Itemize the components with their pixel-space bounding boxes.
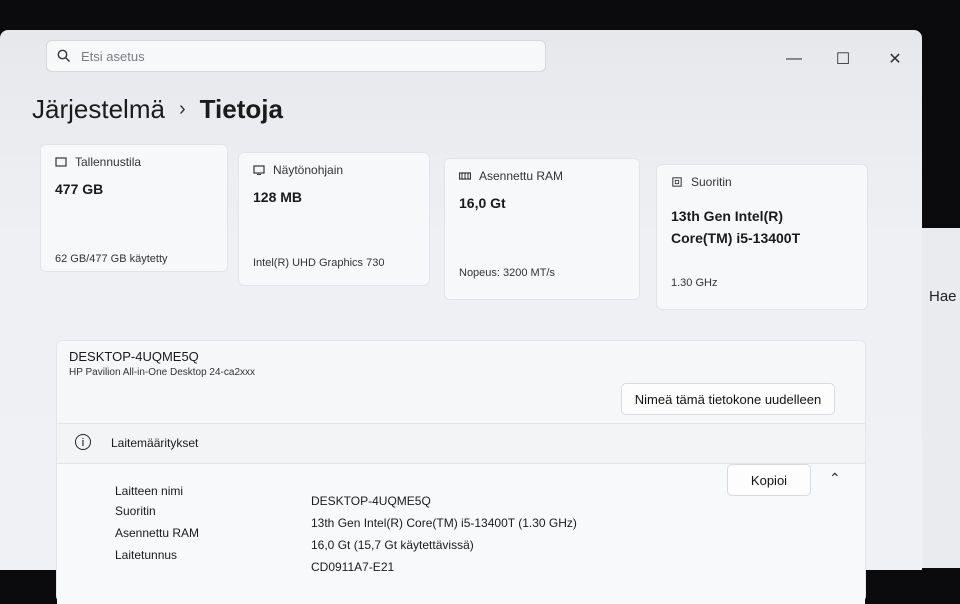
spec-label: Laitteen nimi <box>115 484 184 498</box>
card-gpu[interactable]: Näytönohjain 128 MB Intel(R) UHD Graphic… <box>238 152 430 286</box>
search-icon <box>57 49 70 62</box>
device-specs-title: Laitemääritykset <box>111 436 199 450</box>
card-label: Asennettu RAM <box>479 169 564 183</box>
spec-label: Asennettu RAM <box>115 526 200 540</box>
chevron-right-icon: › <box>178 98 186 120</box>
spec-value: CD0911A7-E21 <box>311 560 395 574</box>
spec-value: 16,0 Gt (15,7 Gt käytettävissä) <box>311 538 474 552</box>
device-specs-header[interactable]: i Laitemääritykset <box>57 423 865 464</box>
card-value: 128 MB <box>253 189 303 205</box>
storage-icon <box>55 157 67 167</box>
minimize-button[interactable]: — <box>782 50 806 68</box>
spec-label: Laitetunnus <box>115 548 178 562</box>
spec-label: Suoritin <box>115 504 156 518</box>
device-panel: DESKTOP-4UQME5Q HP Pavilion All-in-One D… <box>56 340 866 604</box>
copy-button[interactable]: Kopioi <box>727 464 811 496</box>
card-sub: 62 GB/477 GB käytetty <box>55 253 168 265</box>
ram-icon <box>459 172 471 180</box>
info-icon: i <box>75 434 91 450</box>
breadcrumb-parent[interactable]: Järjestelmä <box>32 94 165 125</box>
chevron-up-icon[interactable]: ⌃ <box>829 470 841 487</box>
search-box[interactable]: Etsi asetus <box>46 40 546 72</box>
card-cpu[interactable]: Suoritin 13th Gen Intel(R) Core(TM) i5-1… <box>656 164 868 310</box>
spec-value: DESKTOP-4UQME5Q <box>311 494 431 508</box>
rename-pc-button[interactable]: Nimeä tämä tietokone uudelleen <box>621 383 835 415</box>
device-model: HP Pavilion All-in-One Desktop 24-ca2xxx <box>69 367 256 378</box>
card-label: Näytönohjain <box>273 163 344 177</box>
gpu-icon <box>253 165 265 175</box>
card-label: Suoritin <box>691 175 732 189</box>
card-value: 13th Gen Intel(R) Core(TM) i5-13400T <box>671 208 801 246</box>
spec-value: 13th Gen Intel(R) Core(TM) i5-13400T (1.… <box>311 516 577 530</box>
maximize-button[interactable]: ☐ <box>831 50 855 68</box>
device-specs-body: Kopioi ⌃ Laitteen nimi DESKTOP-4UQME5Q S… <box>57 463 865 604</box>
breadcrumb: Järjestelmä › Tietoja <box>32 94 283 125</box>
device-name: DESKTOP-4UQME5Q <box>69 349 199 364</box>
page-title: Tietoja <box>199 94 283 124</box>
search-input[interactable]: Etsi asetus <box>81 49 145 64</box>
card-value: 477 GB <box>55 181 104 197</box>
card-value: 16,0 Gt <box>459 195 506 211</box>
card-storage[interactable]: Tallennustila 477 GB 62 GB/477 GB käytet… <box>40 144 228 272</box>
card-sub: Intel(R) UHD Graphics 730 <box>253 257 385 269</box>
card-sub: Nopeus: 3200 MT/s <box>459 267 555 279</box>
settings-window: Etsi asetus — ☐ ✕ Järjestelmä › Tietoja … <box>0 30 922 604</box>
card-ram[interactable]: Asennettu RAM 16,0 Gt Nopeus: 3200 MT/s <box>444 158 640 300</box>
cpu-icon <box>672 177 682 187</box>
close-button[interactable]: ✕ <box>883 50 907 68</box>
card-sub: 1.30 GHz <box>671 277 718 289</box>
background-search-label: Hae <box>929 288 957 305</box>
card-label: Tallennustila <box>75 155 142 169</box>
